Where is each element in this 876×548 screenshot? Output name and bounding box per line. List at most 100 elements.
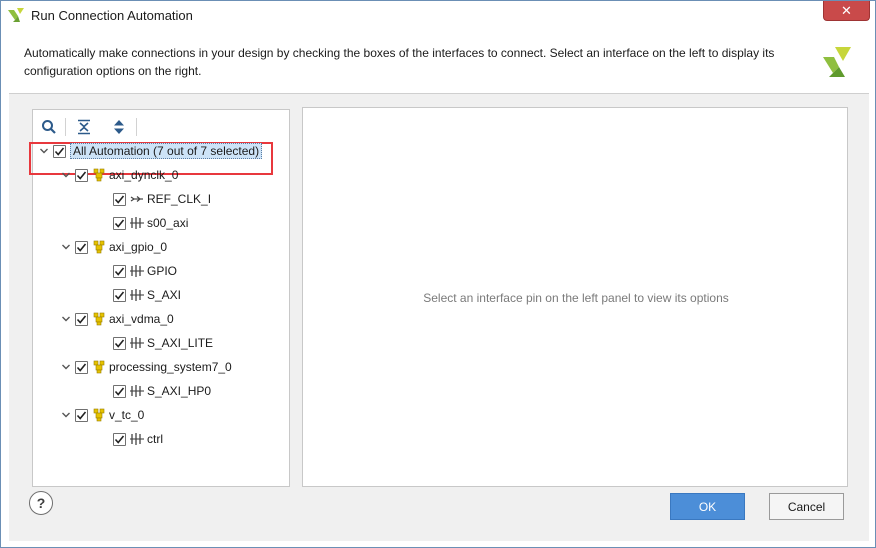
tree-pin-GPIO[interactable]: GPIO bbox=[98, 261, 177, 281]
chevron-down-icon bbox=[62, 172, 70, 178]
tree-checkbox[interactable] bbox=[113, 432, 126, 446]
tree-pin-s00_axi[interactable]: s00_axi bbox=[98, 213, 188, 233]
automation-tree-panel: All Automation (7 out of 7 selected) axi_… bbox=[29, 109, 290, 487]
checkmark-icon bbox=[114, 266, 125, 276]
close-button[interactable]: ✕ bbox=[823, 1, 870, 21]
chevron-down-icon bbox=[40, 148, 48, 154]
expand-all-icon bbox=[114, 120, 124, 134]
node-icon-wrap bbox=[92, 360, 106, 374]
window-title: Run Connection Automation bbox=[31, 8, 193, 23]
dialog-window: Run Connection Automation ✕ Automaticall… bbox=[0, 0, 876, 548]
tree-pin-S_AXI_LITE[interactable]: S_AXI_LITE bbox=[98, 333, 213, 353]
ip-cell-icon bbox=[93, 312, 105, 326]
node-icon-wrap bbox=[130, 432, 144, 446]
checkmark-icon bbox=[114, 194, 125, 204]
node-icon-wrap bbox=[130, 264, 144, 278]
tree-node-label: processing_system7_0 bbox=[109, 360, 232, 374]
chevron-down-icon bbox=[62, 244, 70, 250]
ip-cell-icon bbox=[93, 240, 105, 254]
bus-interface-icon bbox=[130, 289, 144, 301]
chevron-down-icon bbox=[62, 364, 70, 370]
tree-checkbox[interactable] bbox=[113, 216, 126, 230]
cancel-button[interactable]: Cancel bbox=[769, 493, 844, 520]
tree-checkbox[interactable] bbox=[75, 360, 88, 374]
expand-toggle[interactable] bbox=[60, 361, 72, 373]
tree-checkbox[interactable] bbox=[75, 240, 88, 254]
search-button[interactable] bbox=[39, 117, 59, 137]
tree-checkbox[interactable] bbox=[75, 168, 88, 182]
tree-cell-axi_gpio_0[interactable]: axi_gpio_0 bbox=[60, 237, 167, 257]
tree-checkbox[interactable] bbox=[75, 312, 88, 326]
tree-cell-v_tc_0[interactable]: v_tc_0 bbox=[60, 405, 144, 425]
tree-pin-S_AXI_HP0[interactable]: S_AXI_HP0 bbox=[98, 381, 211, 401]
expand-all-button[interactable] bbox=[109, 117, 129, 137]
node-icon-wrap bbox=[130, 192, 144, 206]
tree-node-label: S_AXI_HP0 bbox=[147, 384, 212, 398]
bus-interface-icon bbox=[130, 337, 144, 349]
bus-interface-icon bbox=[130, 217, 144, 229]
expand-toggle[interactable] bbox=[60, 169, 72, 181]
tree-root-all-automation[interactable]: All Automation (7 out of 7 selected) bbox=[38, 141, 263, 161]
content-area: All Automation (7 out of 7 selected) axi_… bbox=[9, 94, 869, 541]
node-icon-wrap bbox=[92, 312, 106, 326]
bus-interface-icon bbox=[130, 265, 144, 277]
checkmark-icon bbox=[114, 290, 125, 300]
expand-toggle[interactable] bbox=[38, 145, 50, 157]
bus-interface-icon bbox=[130, 385, 144, 397]
tree-checkbox[interactable] bbox=[113, 192, 126, 206]
toolbar-separator bbox=[65, 118, 66, 136]
checkmark-icon bbox=[114, 434, 125, 444]
expand-toggle[interactable] bbox=[60, 409, 72, 421]
tree-checkbox[interactable] bbox=[75, 408, 88, 422]
tree-checkbox[interactable] bbox=[53, 144, 66, 158]
node-icon-wrap bbox=[130, 384, 144, 398]
ok-button[interactable]: OK bbox=[670, 493, 745, 520]
chevron-down-icon bbox=[62, 316, 70, 322]
checkmark-icon bbox=[114, 218, 125, 228]
header-area: Automatically make connections in your d… bbox=[9, 31, 869, 89]
node-icon-wrap bbox=[130, 336, 144, 350]
tree-node-label: S_AXI_LITE bbox=[147, 336, 214, 350]
tree-node-label: axi_vdma_0 bbox=[109, 312, 174, 326]
tree-checkbox[interactable] bbox=[113, 336, 126, 350]
toolbar-separator bbox=[136, 118, 137, 136]
tree-node-label: axi_gpio_0 bbox=[109, 240, 168, 254]
chevron-down-icon bbox=[62, 412, 70, 418]
tree-checkbox[interactable] bbox=[113, 264, 126, 278]
checkmark-icon bbox=[76, 314, 87, 324]
tree-node-label: ctrl bbox=[147, 432, 163, 446]
expand-toggle[interactable] bbox=[60, 241, 72, 253]
tree-checkbox[interactable] bbox=[113, 288, 126, 302]
tree-node-label: S_AXI bbox=[147, 288, 182, 302]
checkmark-icon bbox=[76, 242, 87, 252]
tree-node-label: s00_axi bbox=[147, 216, 189, 230]
node-icon-wrap bbox=[92, 240, 106, 254]
help-button[interactable]: ? bbox=[29, 491, 53, 515]
tree-cell-axi_vdma_0[interactable]: axi_vdma_0 bbox=[60, 309, 174, 329]
checkmark-icon bbox=[76, 170, 87, 180]
expand-toggle[interactable] bbox=[60, 313, 72, 325]
bus-interface-icon bbox=[130, 433, 144, 445]
tree-checkbox[interactable] bbox=[113, 384, 126, 398]
search-icon bbox=[42, 120, 56, 134]
tree-node-label: All Automation (7 out of 7 selected) bbox=[70, 143, 263, 159]
tree-node-label: GPIO bbox=[147, 264, 178, 278]
title-bar[interactable]: Run Connection Automation ✕ bbox=[1, 1, 875, 30]
close-icon: ✕ bbox=[841, 2, 852, 18]
tree-pin-ctrl[interactable]: ctrl bbox=[98, 429, 163, 449]
tree-pin-REF_CLK_I[interactable]: REF_CLK_I bbox=[98, 189, 211, 209]
tree-node-label: v_tc_0 bbox=[109, 408, 145, 422]
tree-pin-S_AXI[interactable]: S_AXI bbox=[98, 285, 181, 305]
ip-cell-icon bbox=[93, 360, 105, 374]
tree-cell-axi_dynclk_0[interactable]: axi_dynclk_0 bbox=[60, 165, 178, 185]
checkmark-icon bbox=[54, 146, 65, 156]
collapse-all-button[interactable] bbox=[74, 117, 94, 137]
tree-cell-processing_system7_0[interactable]: processing_system7_0 bbox=[60, 357, 232, 377]
